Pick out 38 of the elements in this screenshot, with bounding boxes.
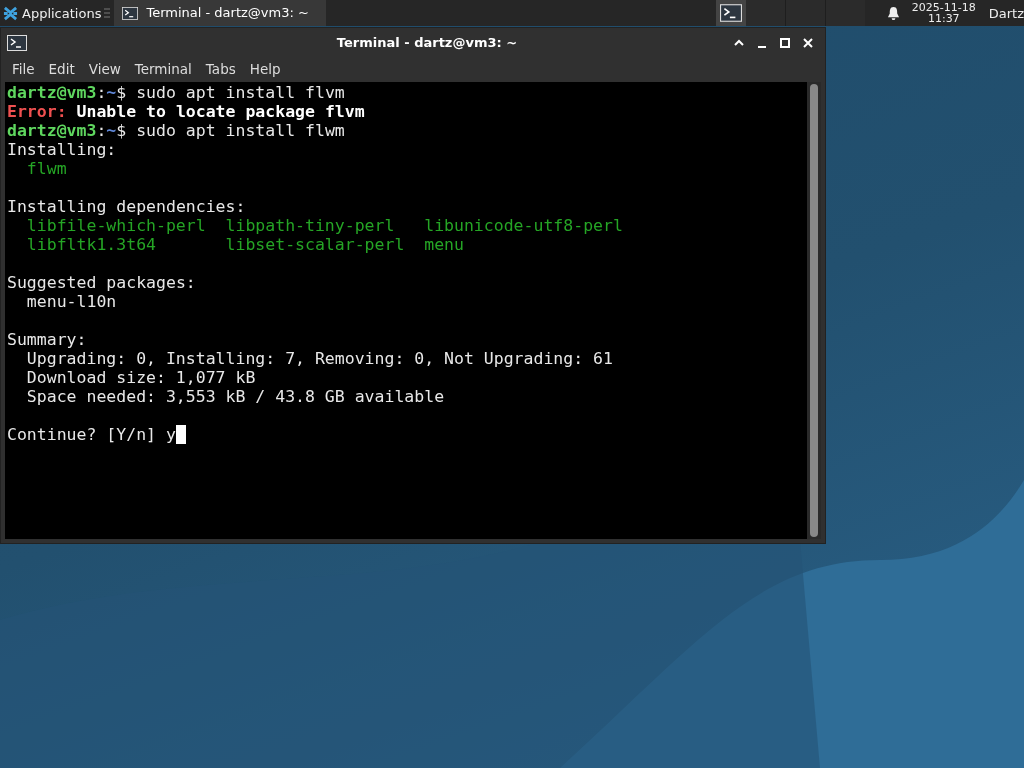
terminal-line: Space needed: 3,553 kB / 43.8 GB available (26, 387, 445, 406)
taskbar-item[interactable]: Terminal - dartz@vm3: ~ (114, 0, 327, 26)
terminal-line: Download size: 1,077 kB (26, 368, 256, 387)
bell-icon (886, 5, 900, 21)
terminal-line: Error: Unable to locate package flvm (7, 102, 365, 121)
applications-menu-button[interactable]: Applications (0, 0, 105, 26)
logo-icon (3, 5, 18, 21)
menu-item[interactable]: Edit (41, 61, 82, 77)
terminal-line: menu-l10n (26, 292, 117, 311)
clock[interactable]: 2025-11-18 11:37 (911, 2, 976, 24)
package-name: flwm (26, 159, 67, 178)
window-title: Terminal - dartz@vm3: ~ (335, 35, 519, 50)
terminal-line: Upgrading: 0, Installing: 7, Removing: 0, Not Upgrading: 61 (26, 349, 613, 368)
terminal-line: Suggested packages: (7, 273, 196, 292)
terminal-line: Summary: (7, 330, 87, 349)
menu-item[interactable]: Terminal (127, 61, 199, 77)
terminal-line: Installing dependencies: (7, 197, 246, 216)
terminal-line: Continue? [Y/n] y (7, 425, 176, 444)
package-name: libfltk1.3t64 (26, 235, 157, 254)
terminal-line: dartz@vm3:~$ sudo apt install flwm (7, 121, 345, 140)
terminal-launcher-icon[interactable] (715, 0, 746, 26)
scrollbar[interactable] (807, 82, 821, 539)
handle-icon (104, 7, 111, 19)
package-name: libunicode-utf8-perl (424, 216, 623, 235)
package-name: menu (424, 235, 464, 254)
menu-item[interactable]: Help (242, 61, 288, 77)
menu-item[interactable]: View (81, 61, 128, 77)
terminal-icon (7, 34, 27, 51)
taskbar-title[interactable]: Terminal - dartz@vm3: ~ (146, 5, 309, 21)
package-name: libset-scalar-perl (225, 235, 406, 254)
package-name: libpath-tiny-perl (225, 216, 396, 235)
terminal-line: Installing: (7, 140, 117, 159)
user-menu-button[interactable]: Dartz (985, 0, 1024, 26)
menu-item[interactable]: File (5, 61, 42, 77)
terminal-icon (122, 6, 139, 20)
terminal-line: dartz@vm3:~$ sudo apt install flvm (7, 83, 345, 102)
package-name: libfile-which-perl (26, 216, 207, 235)
menu-item[interactable]: Tabs (198, 61, 243, 77)
